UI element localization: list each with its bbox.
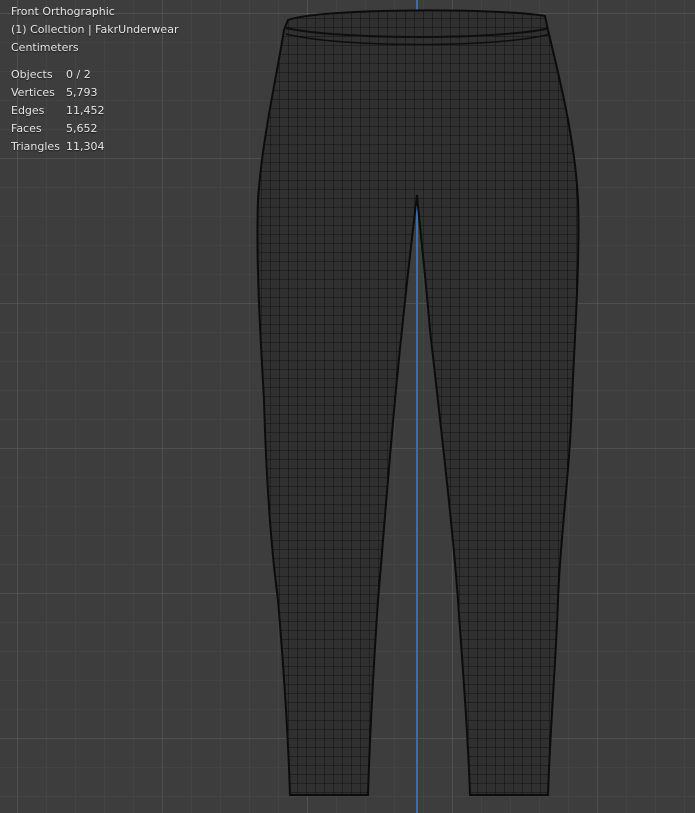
stat-row-edges: Edges 11,452 — [11, 102, 105, 120]
stat-label: Edges — [11, 104, 45, 117]
stat-label: Objects — [11, 68, 53, 81]
stat-row-triangles: Triangles 11,304 — [11, 138, 105, 156]
stat-label: Triangles — [11, 140, 60, 153]
units-label: Centimeters — [11, 41, 79, 54]
stat-value: 5,652 — [66, 122, 98, 135]
scene-statistics: Objects 0 / 2 Vertices 5,793 Edges 11,45… — [11, 66, 105, 156]
stat-value: 11,452 — [66, 104, 105, 117]
stat-label: Vertices — [11, 86, 55, 99]
view-name: Front Orthographic — [11, 5, 115, 18]
stat-label: Faces — [11, 122, 42, 135]
stat-value: 11,304 — [66, 140, 105, 153]
stat-row-objects: Objects 0 / 2 — [11, 66, 105, 84]
stat-row-faces: Faces 5,652 — [11, 120, 105, 138]
stat-value: 5,793 — [66, 86, 98, 99]
collection-label: (1) Collection | FakrUnderwear — [11, 23, 179, 36]
stat-value: 0 / 2 — [66, 68, 91, 81]
viewport-info-overlay: Front Orthographic (1) Collection | Fakr… — [11, 3, 178, 57]
stat-row-vertices: Vertices 5,793 — [11, 84, 105, 102]
3d-viewport[interactable]: Front Orthographic (1) Collection | Fakr… — [0, 0, 695, 813]
